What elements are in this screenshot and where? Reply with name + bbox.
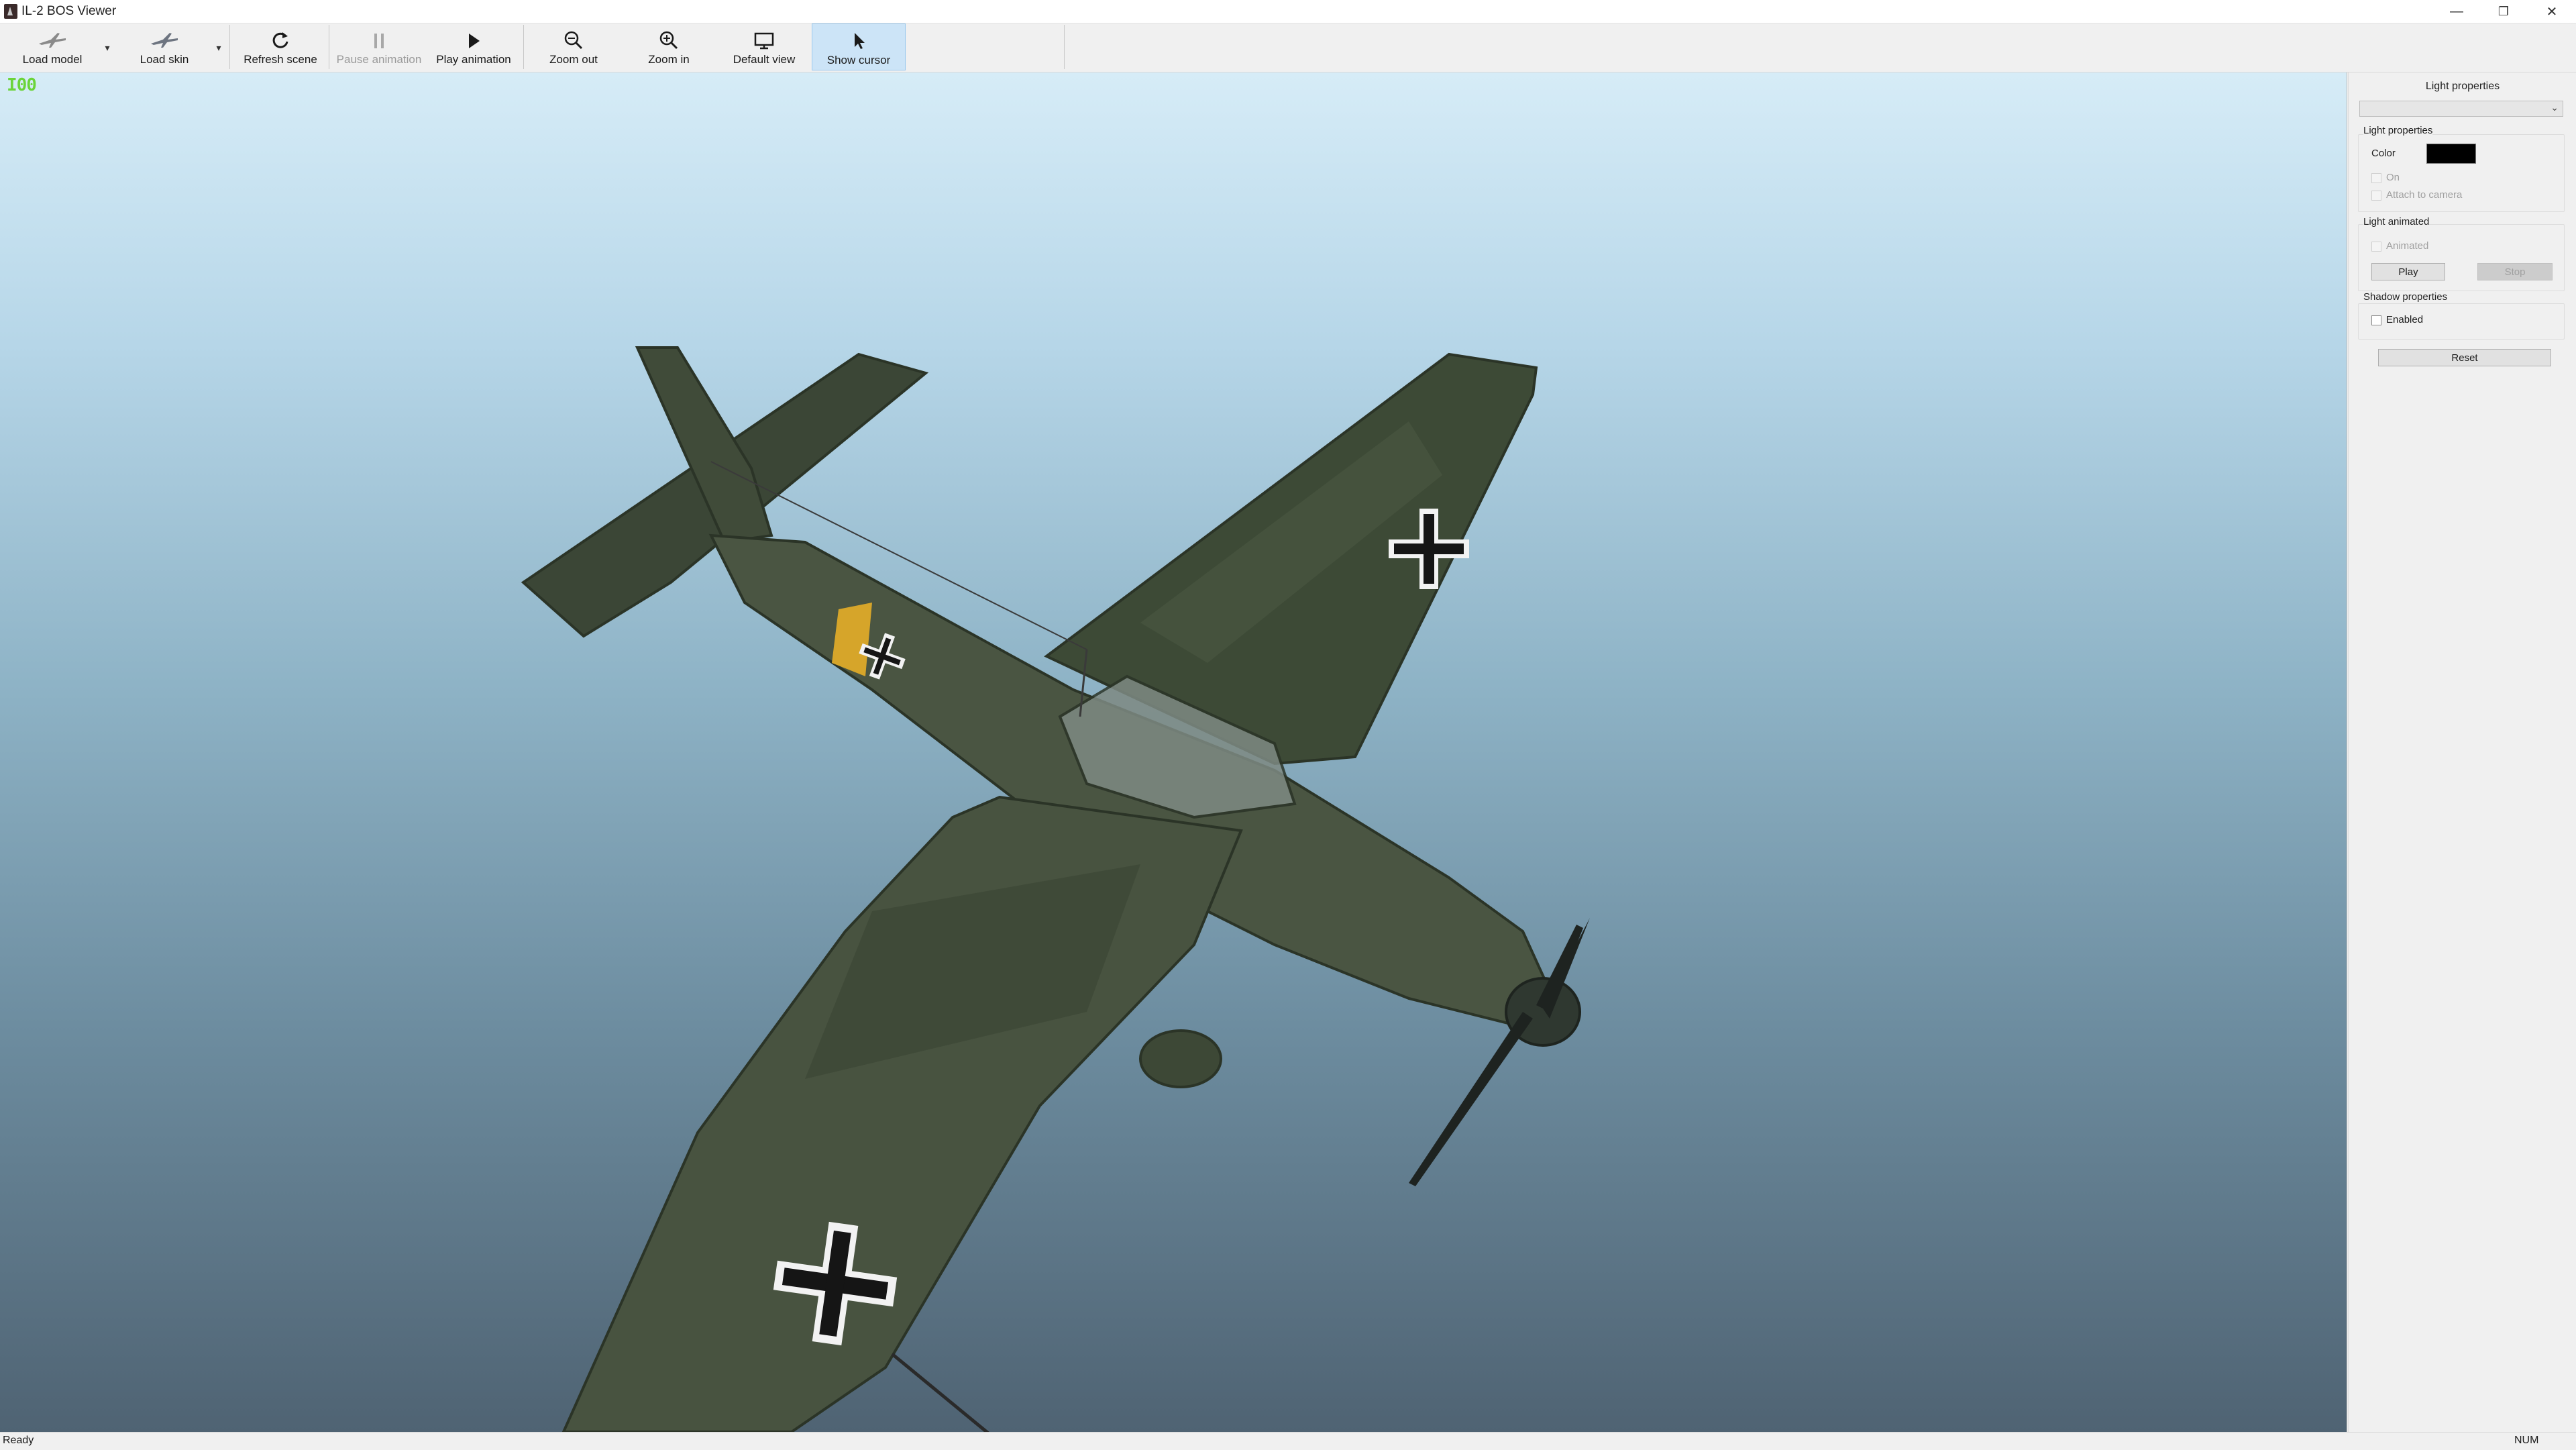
shadow-enabled-checkbox[interactable] xyxy=(2371,315,2381,325)
attach-to-camera-label: Attach to camera xyxy=(2386,189,2463,201)
3d-viewport[interactable]: I00 xyxy=(0,72,2347,1432)
zoom-in-icon xyxy=(659,25,679,50)
status-bar: Ready NUM xyxy=(0,1432,2576,1450)
reset-button[interactable]: Reset xyxy=(2378,349,2551,366)
zoom-out-button[interactable]: Zoom out xyxy=(534,23,613,70)
color-swatch[interactable] xyxy=(2426,144,2476,164)
play-animation-button[interactable]: Play animation xyxy=(428,23,519,70)
monitor-icon xyxy=(753,25,775,50)
aircraft-model xyxy=(521,346,1590,1432)
pause-icon xyxy=(371,25,387,50)
toolbar-separator xyxy=(229,25,230,69)
play-animation-label: Play animation xyxy=(436,53,511,66)
cursor-icon xyxy=(851,25,867,51)
default-view-label: Default view xyxy=(733,53,796,66)
close-button[interactable]: ✕ xyxy=(2529,0,2575,23)
show-cursor-label: Show cursor xyxy=(826,54,891,66)
zoom-in-label: Zoom in xyxy=(648,53,690,66)
play-icon xyxy=(466,25,482,50)
pause-animation-button[interactable]: Pause animation xyxy=(331,23,427,70)
stop-light-button[interactable]: Stop xyxy=(2477,263,2553,280)
pause-animation-label: Pause animation xyxy=(336,53,422,66)
toolbar: Load model ▾ Load skin ▾ Refresh scene P… xyxy=(0,23,2576,72)
default-view-button[interactable]: Default view xyxy=(723,23,805,70)
plane-skin-icon xyxy=(150,25,179,50)
refresh-icon xyxy=(270,25,290,50)
minimize-button[interactable]: — xyxy=(2434,0,2479,23)
chevron-down-icon: ⌄ xyxy=(2551,102,2559,113)
toolbar-end-separator xyxy=(1064,25,1065,69)
num-lock-indicator: NUM xyxy=(2514,1435,2539,1446)
title-bar: IL-2 BOS Viewer — ❐ ✕ xyxy=(0,0,2576,23)
window-title: IL-2 BOS Viewer xyxy=(21,4,117,18)
light-animated-group xyxy=(2358,224,2565,291)
load-model-dropdown-icon[interactable]: ▾ xyxy=(99,40,115,56)
plane-icon xyxy=(38,25,67,50)
zoom-out-label: Zoom out xyxy=(549,53,598,66)
attach-to-camera-checkbox[interactable] xyxy=(2371,191,2381,201)
light-select-dropdown[interactable]: ⌄ xyxy=(2359,101,2563,117)
load-model-label: Load model xyxy=(22,53,83,66)
play-light-button[interactable]: Play xyxy=(2371,263,2445,280)
zoom-out-icon xyxy=(564,25,584,50)
properties-panel: Light properties ⌄ Light properties Colo… xyxy=(2348,72,2576,1432)
load-skin-button[interactable]: Load skin xyxy=(127,23,201,70)
refresh-scene-label: Refresh scene xyxy=(244,53,317,66)
on-label: On xyxy=(2386,172,2400,183)
light-properties-group-title: Light properties xyxy=(2363,125,2433,136)
shadow-enabled-label: Enabled xyxy=(2386,314,2424,325)
status-text: Ready xyxy=(3,1435,34,1446)
load-model-button[interactable]: Load model xyxy=(15,23,90,70)
restore-button[interactable]: ❐ xyxy=(2481,0,2526,23)
on-checkbox[interactable] xyxy=(2371,173,2381,183)
load-skin-dropdown-icon[interactable]: ▾ xyxy=(211,40,227,56)
toolbar-separator xyxy=(523,25,524,69)
shadow-properties-group-title: Shadow properties xyxy=(2363,291,2448,303)
refresh-scene-button[interactable]: Refresh scene xyxy=(235,23,326,70)
show-cursor-button[interactable]: Show cursor xyxy=(812,23,906,70)
animated-label: Animated xyxy=(2386,240,2429,252)
panel-title: Light properties xyxy=(2425,81,2500,92)
app-icon xyxy=(4,4,17,19)
color-label: Color xyxy=(2371,148,2396,159)
load-skin-label: Load skin xyxy=(140,53,189,66)
animated-checkbox[interactable] xyxy=(2371,242,2381,252)
zoom-in-button[interactable]: Zoom in xyxy=(629,23,708,70)
light-animated-group-title: Light animated xyxy=(2363,216,2430,227)
